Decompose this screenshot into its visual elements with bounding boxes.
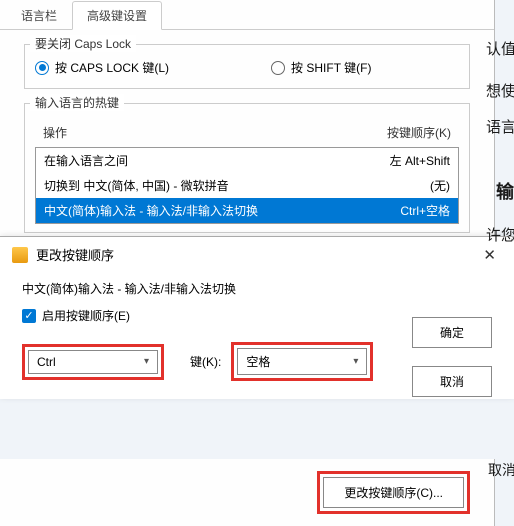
key-label: 键(K): xyxy=(190,353,221,370)
bg-text: 想使 xyxy=(486,80,514,101)
dropdown-value: Ctrl xyxy=(37,355,56,369)
row-action: 切换到 中文(简体, 中国) - 微软拼音 xyxy=(44,177,229,194)
table-row-selected[interactable]: 中文(简体)输入法 - 输入法/非输入法切换 Ctrl+空格 xyxy=(36,198,458,223)
radio-shift[interactable]: 按 SHIFT 键(F) xyxy=(271,59,371,76)
capslock-group-title: 要关闭 Caps Lock xyxy=(30,35,136,52)
ok-button[interactable]: 确定 xyxy=(412,317,492,348)
col-keys: 按键顺序(K) xyxy=(387,124,451,141)
chevron-down-icon: ▾ xyxy=(353,356,358,367)
radio-dot-icon xyxy=(35,61,49,75)
tab-language-bar[interactable]: 语言栏 xyxy=(6,1,72,30)
radio-capslock[interactable]: 按 CAPS LOCK 键(L) xyxy=(35,59,169,76)
cancel-button[interactable]: 取消 xyxy=(412,366,492,397)
row-keys: (无) xyxy=(430,177,450,194)
row-action: 在输入语言之间 xyxy=(44,152,128,169)
change-key-sequence-button[interactable]: 更改按键顺序(C)... xyxy=(323,477,464,508)
dialog-subtitle: 中文(简体)输入法 - 输入法/非输入法切换 xyxy=(22,280,492,297)
table-row[interactable]: 切换到 中文(简体, 中国) - 微软拼音 (无) xyxy=(36,173,458,198)
keyboard-icon xyxy=(12,247,28,263)
hotkeys-group-title: 输入语言的热键 xyxy=(30,94,124,111)
dropdown-value: 空格 xyxy=(246,353,270,370)
col-action: 操作 xyxy=(43,124,67,141)
bg-text: 认值 xyxy=(486,38,514,59)
hotkeys-table: 在输入语言之间 左 Alt+Shift 切换到 中文(简体, 中国) - 微软拼… xyxy=(35,147,459,224)
tab-advanced-key-settings[interactable]: 高级键设置 xyxy=(72,1,162,30)
checkmark-icon: ✓ xyxy=(22,309,36,323)
row-keys: Ctrl+空格 xyxy=(400,202,450,219)
table-row[interactable]: 在输入语言之间 左 Alt+Shift xyxy=(36,148,458,173)
modifier-dropdown[interactable]: Ctrl ▾ xyxy=(28,350,158,374)
radio-capslock-label: 按 CAPS LOCK 键(L) xyxy=(55,59,169,76)
key-dropdown[interactable]: 空格 ▾ xyxy=(237,348,367,375)
radio-dot-icon xyxy=(271,61,285,75)
close-button[interactable]: ✕ xyxy=(477,246,502,264)
enable-label: 启用按键顺序(E) xyxy=(42,307,130,324)
dialog-title: 更改按键顺序 xyxy=(36,245,114,264)
row-action: 中文(简体)输入法 - 输入法/非输入法切换 xyxy=(44,202,258,219)
row-keys: 左 Alt+Shift xyxy=(390,152,450,169)
bg-text: 许您 xyxy=(486,224,514,245)
change-key-sequence-dialog: 更改按键顺序 ✕ 中文(简体)输入法 - 输入法/非输入法切换 ✓ 启用按键顺序… xyxy=(0,236,514,399)
radio-shift-label: 按 SHIFT 键(F) xyxy=(291,59,371,76)
bg-text: 语言 xyxy=(486,116,514,137)
bg-text: 取消 xyxy=(488,460,514,480)
chevron-down-icon: ▾ xyxy=(144,356,149,367)
bg-text: 输 xyxy=(496,178,514,204)
